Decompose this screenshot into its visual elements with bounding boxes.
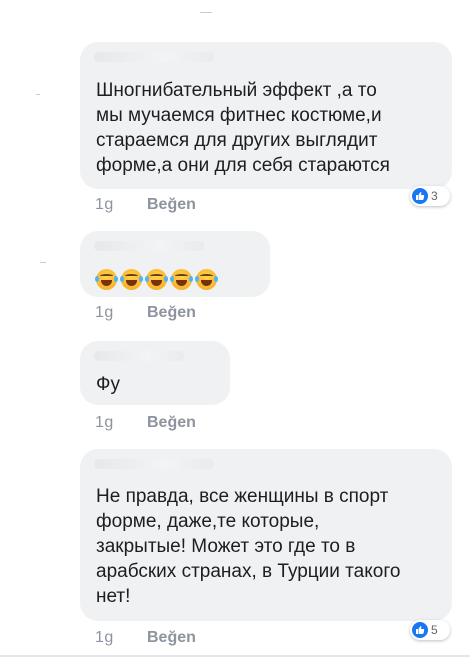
comment-bubble: Не правда, все женщины в спорт форме, да… xyxy=(80,449,452,621)
author-name[interactable] xyxy=(94,459,214,469)
tears-of-joy-emoji-icon xyxy=(95,269,118,290)
author-name[interactable] xyxy=(94,52,214,62)
author-name[interactable] xyxy=(94,241,204,251)
thumbs-up-icon xyxy=(412,622,428,638)
comment-bubble: Фу xyxy=(80,341,230,405)
divider xyxy=(40,262,46,263)
tears-of-joy-emoji-icon xyxy=(145,269,168,290)
divider xyxy=(36,94,40,95)
comment-meta: 1g Beğen xyxy=(95,414,196,432)
divider xyxy=(200,12,212,13)
comment-text: Не правда, все женщины в спорт форме, да… xyxy=(96,486,401,607)
comment-meta: 1g Beğen xyxy=(95,629,196,647)
author-name[interactable] xyxy=(94,351,184,361)
comment-timestamp[interactable]: 1g xyxy=(95,414,147,432)
tears-of-joy-emoji-icon xyxy=(195,269,218,290)
reaction-count: 3 xyxy=(431,189,438,203)
comment-timestamp[interactable]: 1g xyxy=(95,196,147,214)
comment-text: Фу xyxy=(96,374,120,395)
tears-of-joy-emoji-icon xyxy=(120,269,143,290)
like-button[interactable]: Beğen xyxy=(147,629,196,647)
reaction-count: 5 xyxy=(431,623,438,637)
like-button[interactable]: Beğen xyxy=(147,196,196,214)
emoji-row xyxy=(95,269,218,290)
comment-text: Шногнибательный эффект ,а то мы мучаемся… xyxy=(96,80,390,176)
reaction-count-badge[interactable]: 5 xyxy=(410,620,450,640)
comment-bubble: Шногнибательный эффект ,а то мы мучаемся… xyxy=(80,42,452,189)
comment-timestamp[interactable]: 1g xyxy=(95,304,147,322)
reaction-count-badge[interactable]: 3 xyxy=(410,186,450,206)
comment-bubble xyxy=(80,231,270,297)
like-button[interactable]: Beğen xyxy=(147,414,196,432)
comment-timestamp[interactable]: 1g xyxy=(95,629,147,647)
comment-meta: 1g Beğen xyxy=(95,196,196,214)
thumbs-up-icon xyxy=(412,188,428,204)
comment-meta: 1g Beğen xyxy=(95,304,196,322)
like-button[interactable]: Beğen xyxy=(147,304,196,322)
tears-of-joy-emoji-icon xyxy=(170,269,193,290)
